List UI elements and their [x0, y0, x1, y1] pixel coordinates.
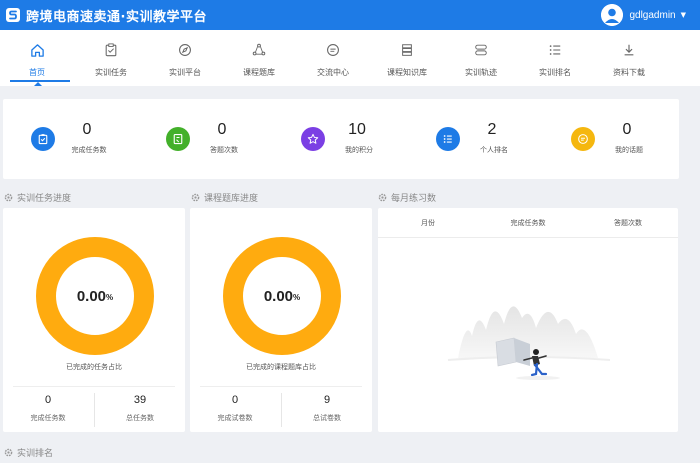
nav-label: 实训轨迹 [465, 68, 497, 77]
task-progress-donut: 0.00% [35, 236, 155, 356]
donut-caption: 已完成的课程题库占比 [246, 363, 316, 371]
stat-value: 2 [487, 121, 497, 138]
star-icon [301, 127, 325, 151]
app-logo-icon [4, 6, 22, 24]
user-menu[interactable]: gdlgadmin ▼ [601, 3, 686, 27]
donut-caption: 已完成的任务占比 [66, 363, 122, 371]
home-icon [29, 42, 45, 58]
gear-icon [378, 193, 387, 202]
nav-label: 实训排名 [539, 68, 571, 77]
stat-label: 我的话题 [615, 146, 643, 154]
nav-label: 资料下载 [613, 68, 645, 77]
chat-icon [325, 42, 341, 58]
nav-label: 首页 [29, 68, 45, 77]
nav-item-ranking[interactable]: 实训排名 [518, 30, 592, 86]
task-progress-card: 0.00% 已完成的任务占比 0 完成任务数 39 总任务数 [3, 208, 185, 432]
stat-label: 个人排名 [480, 146, 508, 154]
nav-item-question-bank[interactable]: 课程题库 [222, 30, 296, 86]
total-papers-value: 9 [323, 394, 331, 406]
stat-label: 我的积分 [345, 146, 373, 154]
nav-item-track[interactable]: 实训轨迹 [444, 30, 518, 86]
books-icon [399, 42, 415, 58]
stat-value: 0 [82, 121, 92, 138]
stat-points: 10 我的积分 [273, 99, 408, 179]
chevron-down-icon[interactable]: ▼ [681, 11, 686, 19]
stat-label: 完成任务数 [71, 146, 107, 154]
empty-state-illustration [438, 278, 618, 388]
compass-icon [177, 42, 193, 58]
stat-completed-tasks: 0 完成任务数 [3, 99, 138, 179]
monthly-practice-card: 月份 完成任务数 答题次数 [378, 208, 678, 432]
donut-percent: 0.00% [263, 287, 301, 305]
total-tasks-value: 39 [133, 394, 147, 406]
stat-my-topics: 0 我的话题 [543, 99, 678, 179]
list-icon [547, 42, 563, 58]
nav-item-download[interactable]: 资料下载 [592, 30, 666, 86]
app-title: 跨境电商速卖通·实训教学平台 [26, 9, 207, 25]
document-icon [166, 127, 190, 151]
stat-label: 答题次数 [210, 146, 238, 154]
total-tasks-label: 总任务数 [126, 414, 154, 422]
completed-tasks-value: 0 [44, 394, 52, 406]
stat-value: 10 [348, 121, 366, 138]
section-title-question-progress: 课程题库进度 [191, 191, 258, 204]
stat-answer-count: 0 答题次数 [138, 99, 273, 179]
gear-icon [4, 448, 13, 457]
track-icon [473, 42, 489, 58]
nav-label: 课程题库 [243, 68, 275, 77]
completed-papers-value: 0 [231, 394, 239, 406]
download-icon [621, 42, 637, 58]
username[interactable]: gdlgadmin [629, 10, 675, 21]
section-title-task-progress: 实训任务进度 [4, 191, 71, 204]
section-title-ranking: 实训排名 [4, 446, 53, 459]
table-header: 月份 完成任务数 答题次数 [378, 208, 678, 238]
completed-papers-label: 完成试卷数 [217, 414, 253, 422]
nav-item-home[interactable]: 首页 [0, 30, 74, 86]
ranking-list-icon [436, 127, 460, 151]
divider [13, 386, 175, 387]
stats-panel: 0 完成任务数 0 答题次数 10 我的积分 2 个人排名 0 我的话题 [3, 99, 679, 179]
total-papers-label: 总试卷数 [313, 414, 341, 422]
avatar[interactable] [601, 4, 624, 26]
divider [200, 386, 362, 387]
donut-percent: 0.00% [76, 287, 114, 305]
gear-icon [4, 193, 13, 202]
stat-personal-rank: 2 个人排名 [408, 99, 543, 179]
stat-value: 0 [217, 121, 227, 138]
nav-label: 交流中心 [317, 68, 349, 77]
nav-label: 实训任务 [95, 68, 127, 77]
column-header-month: 月份 [421, 219, 435, 227]
nav-label: 课程知识库 [387, 68, 427, 77]
nav-item-platform[interactable]: 实训平台 [148, 30, 222, 86]
nav-item-tasks[interactable]: 实训任务 [74, 30, 148, 86]
column-header-tasks: 完成任务数 [510, 219, 546, 227]
nav-label: 实训平台 [169, 68, 201, 77]
nav-item-knowledge[interactable]: 课程知识库 [370, 30, 444, 86]
question-progress-card: 0.00% 已完成的课程题库占比 0 完成试卷数 9 总试卷数 [190, 208, 372, 432]
column-header-answers: 答题次数 [614, 219, 642, 227]
cycle-icon [251, 42, 267, 58]
comment-icon [571, 127, 595, 151]
task-check-icon [103, 42, 119, 58]
completed-tasks-label: 完成任务数 [30, 414, 66, 422]
section-title-monthly: 每月练习数 [378, 191, 436, 204]
stat-value: 0 [622, 121, 632, 138]
clipboard-icon [31, 127, 55, 151]
gear-icon [191, 193, 200, 202]
question-progress-donut: 0.00% [222, 236, 342, 356]
nav-item-exchange[interactable]: 交流中心 [296, 30, 370, 86]
main-nav: 首页 实训任务 实训平台 课程题库 交流中心 课程知识库 实训轨迹 实训排名 资… [0, 30, 700, 86]
top-header: 跨境电商速卖通·实训教学平台 gdlgadmin ▼ [0, 0, 700, 30]
